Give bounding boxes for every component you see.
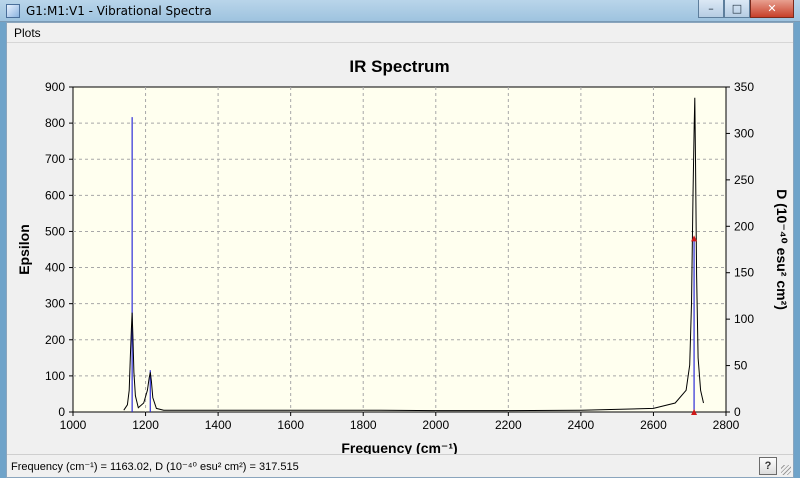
y-axis-label: Epsilon (16, 224, 32, 275)
y2-tick-label: 300 (734, 126, 754, 140)
title-bar: G1:M1:V1 - Vibrational Spectra – □ ✕ (0, 0, 800, 22)
y2-tick-label: 0 (734, 405, 741, 419)
y-tick-label: 200 (45, 333, 65, 347)
y-tick-label: 500 (45, 224, 65, 238)
ir-spectrum-chart[interactable]: IR Spectrum1000 1200 1400 1600 1800 2000 2200 2… (7, 44, 793, 456)
y2-tick-label: 150 (734, 266, 754, 280)
y-tick-label: 0 (58, 405, 65, 419)
y-tick-label: 100 (45, 369, 65, 383)
window-title: G1:M1:V1 - Vibrational Spectra (26, 4, 212, 18)
y2-tick-label: 200 (734, 219, 754, 233)
y-tick-label: 300 (45, 297, 65, 311)
y-tick-label: 800 (45, 116, 65, 130)
menu-plots[interactable]: Plots (12, 26, 43, 40)
resize-grip-icon[interactable] (781, 465, 791, 475)
x-tick-label: 2400 (568, 418, 595, 432)
y2-tick-label: 50 (734, 359, 748, 373)
x-tick-label: 2000 (422, 418, 449, 432)
window-client: Plots IR Spectrum 1000 1200 1400 1600 1800 200… (6, 22, 794, 478)
x-tick-label: 1200 (132, 418, 159, 432)
y2-tick-label: 100 (734, 312, 754, 326)
plot-frame (72, 86, 727, 413)
y-tick-label: 900 (45, 80, 65, 94)
close-button[interactable]: ✕ (750, 0, 794, 18)
x-tick-label: 1400 (205, 418, 232, 432)
status-bar: Frequency (cm⁻¹) = 1163.02, D (10⁻⁴⁰ esu… (7, 454, 793, 477)
y2-tick-label: 250 (734, 173, 754, 187)
help-icon[interactable]: ? (759, 457, 777, 475)
y-tick-label: 600 (45, 188, 65, 202)
x-tick-label: 2800 (713, 418, 740, 432)
menu-bar: Plots (7, 23, 793, 43)
x-tick-label: 2200 (495, 418, 522, 432)
y-tick-label: 700 (45, 152, 65, 166)
y2-tick-label: 350 (734, 80, 754, 94)
x-axis-label: Frequency (cm⁻¹) (341, 440, 457, 454)
x-tick-label: 2600 (640, 418, 667, 432)
minimize-button[interactable]: – (698, 0, 724, 18)
chart-title: IR Spectrum (349, 57, 449, 76)
x-tick-label: 1800 (350, 418, 377, 432)
x-tick-label: 1600 (277, 418, 304, 432)
maximize-button[interactable]: □ (724, 0, 750, 18)
spectrum-window-icon[interactable] (6, 4, 20, 18)
status-readout: Frequency (cm⁻¹) = 1163.02, D (10⁻⁴⁰ esu… (11, 461, 299, 473)
plot-area[interactable]: IR Spectrum 1000 1200 1400 1600 1800 2000 2200 2… (7, 44, 793, 456)
y-tick-label: 400 (45, 261, 65, 275)
y2-axis-label: D (10⁻⁴⁰ esu² cm²) (774, 189, 790, 310)
window-controls: – □ ✕ (698, 0, 794, 18)
x-tick-label: 1000 (60, 418, 87, 432)
